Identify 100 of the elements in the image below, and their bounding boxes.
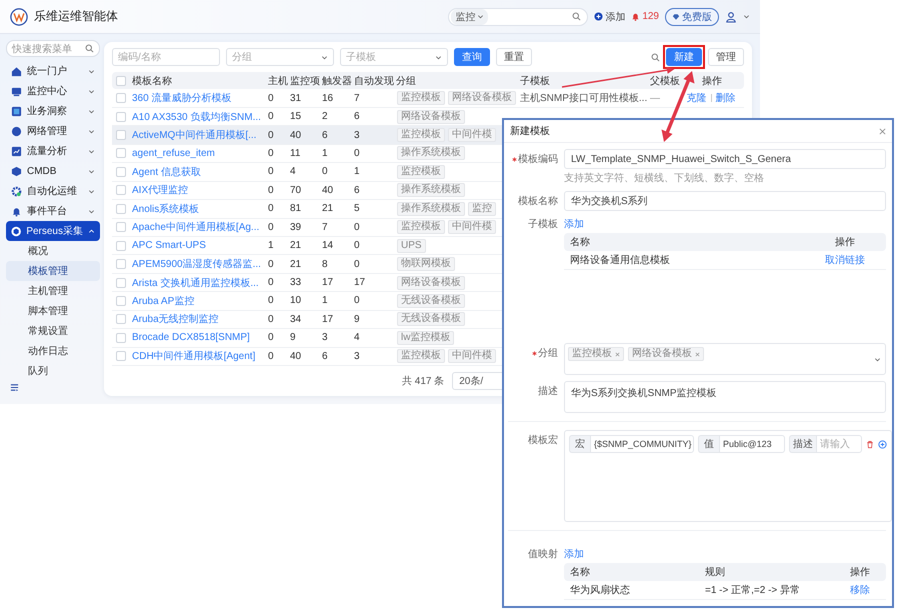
reset-button[interactable]: 重置: [496, 48, 532, 66]
search-field[interactable]: 监控: [448, 8, 588, 26]
chevron-down-icon: [321, 54, 328, 60]
sidebar-item[interactable]: 事件平台: [6, 201, 100, 221]
checkbox[interactable]: [116, 222, 126, 232]
query-button[interactable]: 查询: [454, 48, 490, 66]
template-link[interactable]: AIX代理监控: [130, 183, 188, 198]
template-link[interactable]: Arista 交换机通用监控模板...: [130, 276, 259, 290]
sidebar-item[interactable]: 统一门户: [6, 61, 100, 81]
unlink-link[interactable]: 取消链接: [810, 253, 880, 267]
table-cell-text: 6: [353, 184, 360, 196]
checkbox[interactable]: [116, 259, 126, 270]
plus-circle-icon[interactable]: [878, 440, 887, 448]
remove-link[interactable]: 移除: [840, 583, 880, 597]
template-link[interactable]: Brocade DCX8518[SNMP]: [130, 332, 250, 344]
highlight-frame: [663, 45, 705, 69]
table-cell-text: 0: [267, 203, 274, 214]
hexagon-icon: [11, 226, 22, 236]
table-cell-text: 0: [267, 166, 274, 178]
manage-button[interactable]: 管理: [708, 48, 744, 66]
template-link[interactable]: Agent 信息获取: [130, 164, 201, 179]
sidebar-subitem[interactable]: 脚本管理: [6, 301, 100, 321]
trash-icon[interactable]: [866, 440, 874, 448]
code-input[interactable]: LW_Template_SNMP_Huawei_Switch_S_Genera: [564, 149, 886, 169]
scope-select[interactable]: 监控: [451, 8, 488, 24]
add-button[interactable]: 添加: [594, 10, 626, 24]
checkbox[interactable]: [116, 332, 126, 343]
checkbox[interactable]: [116, 314, 126, 324]
macro-label: 宏: [569, 435, 590, 453]
dialog-title: 新建模板: [510, 124, 550, 138]
sidebar-item[interactable]: 自动化运维: [6, 181, 100, 201]
description-textarea[interactable]: 华为S系列交换机SNMP监控模板: [564, 381, 886, 413]
checkbox[interactable]: [116, 93, 126, 104]
plan-badge[interactable]: 免费版: [665, 8, 719, 26]
sidebar-subitem[interactable]: 模板管理: [6, 261, 100, 281]
sidebar-item[interactable]: CMDB: [6, 161, 100, 181]
table-cell-text: =1 -> 正常,=2 -> 异常: [705, 584, 802, 597]
user-icon[interactable]: [725, 10, 737, 22]
sidebar-subitem[interactable]: 动作日志: [6, 341, 100, 361]
close-icon[interactable]: [695, 352, 700, 356]
table-row[interactable]: 360 流量威胁分析模板 0 31 16 7 监控模板 网络设备模板 主机SNMP接口可用性模板... — 克隆 删除: [112, 89, 744, 108]
checkbox[interactable]: [116, 204, 126, 214]
search-icon[interactable]: [85, 44, 94, 53]
sidebar-item[interactable]: Perseus采集: [6, 221, 100, 241]
create-button[interactable]: 新建: [666, 48, 702, 66]
table-cell-text: 8: [321, 258, 328, 270]
name-input[interactable]: 华为交换机S系列: [564, 191, 886, 211]
table-cell-text: 16: [321, 92, 334, 104]
checkbox[interactable]: [116, 112, 126, 122]
table-cell-text: 3: [353, 130, 360, 141]
close-icon[interactable]: [879, 128, 886, 134]
checkbox[interactable]: [116, 148, 126, 158]
template-link[interactable]: Apache中间件通用模板[Ag...: [130, 220, 260, 234]
home-icon: [11, 66, 22, 76]
close-icon[interactable]: [615, 352, 620, 356]
template-link[interactable]: agent_refuse_item: [130, 148, 215, 159]
template-link[interactable]: 360 流量威胁分析模板: [130, 91, 232, 106]
group-tag: 操作系统模板: [397, 183, 465, 198]
checkbox[interactable]: [116, 278, 126, 288]
sidebar-item[interactable]: 流量分析: [6, 141, 100, 161]
checkbox[interactable]: [116, 240, 126, 251]
template-link[interactable]: CDH中间件通用模板[Agent]: [130, 349, 256, 364]
template-link[interactable]: A10 AX3530 负载均衡SNM...: [130, 110, 261, 124]
template-link[interactable]: APC Smart-UPS: [130, 240, 206, 252]
group-tag: 中间件模: [448, 220, 496, 234]
sidebar-subitem[interactable]: 常规设置: [6, 321, 100, 341]
checkbox[interactable]: [116, 76, 126, 86]
checkbox[interactable]: [116, 130, 126, 140]
template-link[interactable]: APEM5900温湿度传感器监...: [130, 257, 261, 272]
add-link[interactable]: 添加: [564, 547, 886, 561]
alert-button[interactable]: 129: [631, 11, 659, 22]
table-cell-text: 40: [321, 184, 334, 196]
table-cell-text: 3: [353, 350, 360, 362]
template-link[interactable]: Anolis系统模板: [130, 202, 200, 216]
template-link[interactable]: Aruba无线控制监控: [130, 312, 219, 326]
search-icon[interactable]: [572, 12, 582, 21]
sidebar-item[interactable]: 业务洞察: [6, 101, 100, 121]
search-icon[interactable]: [651, 52, 660, 62]
group-tag: 监控: [468, 202, 496, 216]
checkbox[interactable]: [116, 185, 126, 196]
action-link[interactable]: 克隆: [686, 91, 706, 106]
value-input[interactable]: Public@123: [719, 435, 785, 453]
sidebar-subitem[interactable]: 队列: [6, 361, 100, 381]
macro-input[interactable]: {$SNMP_COMMUNITY}: [590, 435, 694, 453]
column-header: 名称: [570, 566, 591, 579]
action-link[interactable]: 删除: [716, 91, 736, 106]
sidebar-item[interactable]: 监控中心: [6, 81, 100, 101]
checkbox[interactable]: [116, 351, 126, 362]
table-cell-text: 0: [353, 240, 360, 252]
checkbox[interactable]: [116, 296, 126, 306]
field-label: 值映射: [528, 548, 558, 561]
table-cell-text: 0: [267, 130, 274, 141]
sidebar-subitem[interactable]: 概况: [6, 241, 100, 261]
checkbox[interactable]: [116, 166, 126, 177]
table-cell-text: 31: [289, 92, 302, 104]
menu-collapse-icon[interactable]: [10, 383, 19, 392]
search-placeholder: 快速搜索菜单: [12, 42, 72, 56]
template-link[interactable]: Aruba AP监控: [130, 294, 194, 308]
sidebar-subitem[interactable]: 主机管理: [6, 281, 100, 301]
sidebar-item[interactable]: 网络管理: [6, 121, 100, 141]
